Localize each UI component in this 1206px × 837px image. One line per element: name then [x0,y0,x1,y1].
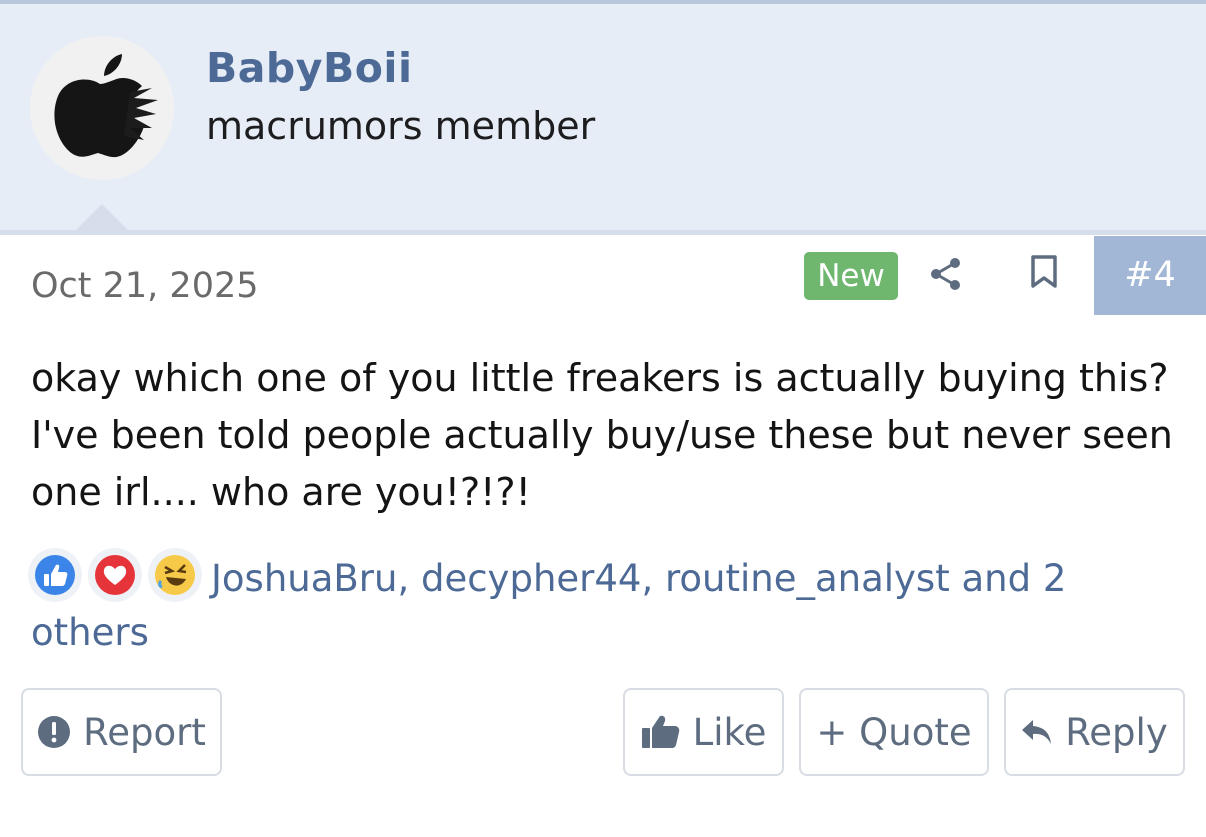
header-pointer [74,204,130,232]
reply-button[interactable]: Reply [1004,688,1185,776]
apple-logo-icon [54,54,158,158]
like-label: Like [692,710,767,754]
bookmark-icon[interactable] [1030,255,1058,293]
thumbs-up-icon [641,715,679,748]
post-number[interactable]: #4 [1094,236,1206,315]
avatar[interactable] [30,36,174,180]
post-date[interactable]: Oct 21, 2025 [31,266,259,306]
warning-icon [38,716,71,748]
like-button[interactable]: Like [623,688,784,776]
quote-button[interactable]: + Quote [799,688,989,776]
post-body: okay which one of you little freakers is… [31,356,1173,514]
new-badge: New [804,252,898,300]
username[interactable]: BabyBoii [206,44,413,92]
report-label: Report [83,710,206,754]
user-title: macrumors member [206,104,596,148]
share-icon[interactable] [928,256,964,296]
reply-arrow-icon [1022,720,1052,744]
reaction-users-link[interactable]: JoshuaBru, decypher44, routine_analyst a… [31,552,1181,660]
reply-label: Reply [1065,710,1168,754]
report-button[interactable]: Report [21,688,222,776]
quote-label: + Quote [816,710,972,754]
user-header: BabyBoii macrumors member [0,4,1206,235]
